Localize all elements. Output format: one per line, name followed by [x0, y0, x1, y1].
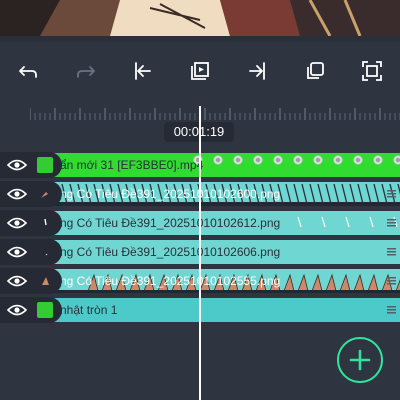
image-thumbnail — [41, 192, 48, 198]
jump-to-start-button[interactable] — [126, 54, 160, 88]
jump-to-end-button[interactable] — [240, 54, 274, 88]
track-header — [0, 239, 62, 265]
clip-thumbnail-mark — [365, 183, 372, 205]
clip-label: nhật tròn 1 — [60, 303, 118, 317]
clip-thumbnail-mark — [369, 216, 374, 228]
clip-thumbnail-mark — [349, 183, 356, 205]
clip-thumbnail-mark — [357, 183, 364, 205]
clip-thumbnail-mark — [345, 216, 350, 228]
drag-handle-icon[interactable] — [387, 248, 396, 256]
clip-thumbnail-mark — [373, 183, 380, 205]
image-clip[interactable]: ng Có Tiêu Đề391_20251010102612.png — [48, 211, 400, 235]
track-color-swatch — [37, 302, 53, 318]
image-clip[interactable]: ng Có Tiêu Đề391_20251010102600.png — [48, 182, 400, 206]
fullscreen-icon — [362, 61, 382, 81]
playhead[interactable] — [199, 106, 201, 400]
copy-icon — [307, 62, 324, 79]
video-clip[interactable]: ẩn mới 31 [EF3BBE0].mp4 — [48, 153, 400, 177]
track-color-swatch — [37, 157, 53, 173]
redo-icon — [77, 66, 95, 78]
clip-thumbnail-mark — [48, 202, 400, 206]
clip-thumbnail-mark — [325, 273, 337, 292]
clip-thumbnail-mark — [339, 273, 351, 292]
clip-thumbnail-mark — [293, 183, 300, 205]
clip-thumbnail-mark — [341, 183, 348, 205]
clip-thumbnail-mark — [393, 155, 400, 165]
clip-thumbnail-mark — [309, 183, 316, 205]
clip-thumbnail-mark — [253, 155, 263, 165]
clip-label: ẩn mới 31 [EF3BBE0].mp4 — [60, 158, 204, 172]
clip-thumbnail-mark — [333, 155, 343, 165]
clip-thumbnail-mark — [293, 155, 303, 165]
clip-thumbnail-mark — [373, 155, 383, 165]
visibility-eye-icon[interactable] — [7, 158, 27, 172]
clip-thumbnail-mark — [367, 273, 379, 292]
editor-toolbar — [0, 42, 400, 100]
drag-handle-icon[interactable] — [387, 306, 396, 314]
clip-label: ng Có Tiêu Đề391_20251010102606.png — [60, 245, 281, 259]
clip-thumbnail-mark — [233, 155, 243, 165]
clip-thumbnail-mark — [333, 183, 340, 205]
image-thumbnail — [44, 218, 47, 226]
play-frame-icon — [191, 62, 209, 80]
track-header — [0, 268, 62, 294]
clip-thumbnail-mark — [283, 273, 295, 292]
track-header — [0, 210, 62, 236]
clip-thumbnail-mark — [297, 273, 309, 292]
clip-thumbnail-mark — [395, 279, 400, 292]
visibility-eye-icon[interactable] — [7, 187, 27, 201]
undo-button[interactable] — [11, 54, 45, 88]
drag-handle-icon[interactable] — [387, 277, 396, 285]
drag-handle-icon[interactable] — [387, 219, 396, 227]
drag-handle-icon[interactable] — [387, 190, 396, 198]
shape-clip[interactable]: nhật tròn 1 — [48, 298, 400, 322]
clip-thumbnail-mark — [353, 273, 365, 292]
clip-thumbnail-mark — [325, 183, 332, 205]
video-preview[interactable] — [0, 0, 400, 42]
image-clip[interactable]: ng Có Tiêu Đề391_20251010102555.png — [48, 269, 400, 293]
duplicate-button[interactable] — [298, 54, 332, 88]
redo-button[interactable] — [69, 54, 103, 88]
play-preview-button[interactable] — [183, 54, 217, 88]
clip-thumbnail-mark — [48, 290, 400, 293]
visibility-eye-icon[interactable] — [7, 274, 27, 288]
visibility-eye-icon[interactable] — [7, 216, 27, 230]
visibility-eye-icon[interactable] — [7, 245, 27, 259]
clip-label: ng Có Tiêu Đề391_20251010102600.png — [60, 187, 281, 201]
clip-thumbnail-mark — [353, 155, 363, 165]
undo-icon — [19, 66, 37, 78]
visibility-eye-icon[interactable] — [7, 303, 27, 317]
skip-end-icon — [249, 62, 265, 80]
clip-label: ng Có Tiêu Đề391_20251010102612.png — [60, 216, 281, 230]
skip-start-icon — [135, 62, 151, 80]
image-thumbnail — [42, 277, 49, 285]
add-layer-button[interactable] — [337, 337, 383, 383]
clip-thumbnail-mark — [285, 183, 292, 205]
track-header — [0, 152, 62, 178]
clip-thumbnail-mark — [313, 155, 323, 165]
clip-thumbnail-mark — [321, 216, 326, 228]
clip-label: ng Có Tiêu Đề391_20251010102555.png — [60, 274, 281, 288]
ruler-ticks — [30, 108, 400, 120]
clip-thumbnail-mark — [317, 183, 324, 205]
clip-thumbnail-mark — [213, 155, 223, 165]
clip-thumbnail-mark — [297, 216, 302, 228]
fullscreen-button[interactable] — [355, 54, 389, 88]
clip-thumbnail-mark — [311, 273, 323, 292]
track-header — [0, 297, 62, 323]
clip-thumbnail-mark — [301, 183, 308, 205]
image-thumbnail — [45, 253, 48, 256]
image-clip[interactable]: ng Có Tiêu Đề391_20251010102606.png — [48, 240, 400, 264]
plus-icon — [349, 349, 371, 371]
clip-thumbnail-mark — [273, 155, 283, 165]
track-header — [0, 181, 62, 207]
